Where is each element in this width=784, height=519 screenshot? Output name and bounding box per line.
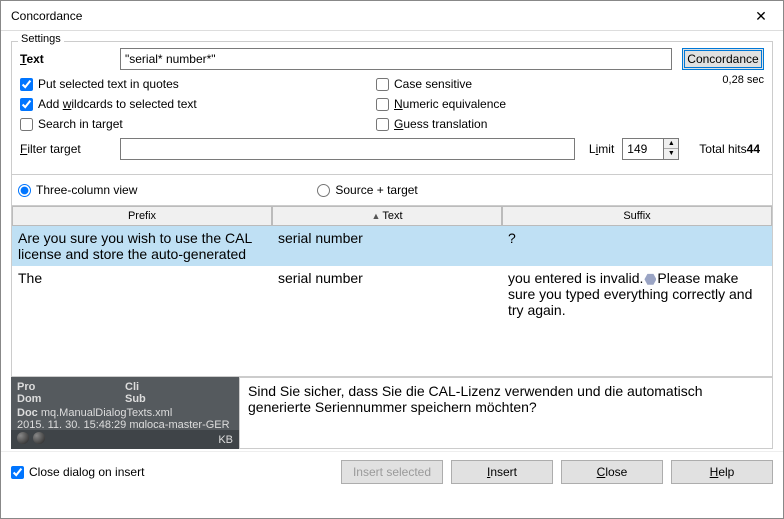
meta-timestamp: 2015. 11. 30. 15:48:29 mqloca-master-GER [17, 419, 233, 428]
cell-prefix: The [12, 266, 272, 322]
titlebar: Concordance ✕ [1, 1, 783, 31]
close-button[interactable]: Close [561, 460, 663, 484]
metadata-panel: Pro Cli Dom Sub Doc mq.ManualDialogTexts… [11, 377, 239, 449]
meta-dom: Dom [17, 393, 41, 405]
query-input[interactable] [120, 48, 672, 70]
col-prefix[interactable]: Prefix [12, 206, 272, 226]
total-hits-label: Total hits [699, 142, 746, 156]
three-column-label: Three-column view [36, 183, 137, 197]
close-on-insert-label: Close dialog on insert [29, 465, 144, 479]
wildcards-checkbox[interactable] [20, 98, 33, 111]
concordance-button[interactable]: Concordance [682, 48, 764, 70]
table-row[interactable]: Are you sure you wish to use the CAL lic… [12, 226, 772, 266]
col-text[interactable]: ▲Text [272, 206, 502, 226]
settings-group: Settings Text Concordance Put selected t… [11, 41, 773, 175]
cell-suffix: you entered is invalid.Please make sure … [502, 266, 772, 322]
limit-input[interactable] [622, 138, 664, 160]
cell-text: serial number [272, 226, 502, 266]
elapsed-time: 0,28 sec [682, 74, 764, 86]
col-suffix[interactable]: Suffix [502, 206, 772, 226]
cell-prefix: Are you sure you wish to use the CAL lic… [12, 226, 272, 266]
filter-input[interactable] [120, 138, 575, 160]
three-column-radio[interactable] [18, 184, 31, 197]
limit-down-icon[interactable]: ▼ [664, 149, 678, 159]
search-target-label: Search in target [38, 117, 123, 131]
search-target-checkbox[interactable] [20, 118, 33, 131]
case-label: Case sensitive [394, 77, 472, 91]
total-hits-value: 44 [747, 142, 760, 156]
close-on-insert-checkbox[interactable] [11, 466, 24, 479]
settings-label: Settings [18, 33, 64, 45]
filter-label: Filter target [20, 142, 120, 156]
meta-pro: Pro [17, 381, 35, 393]
insert-selected-button: Insert selected [341, 460, 443, 484]
meta-doc-label: Doc [17, 407, 38, 419]
text-label: Text [20, 52, 120, 66]
close-icon[interactable]: ✕ [739, 1, 783, 31]
insert-button[interactable]: Insert [451, 460, 553, 484]
help-button[interactable]: Help [671, 460, 773, 484]
window-title: Concordance [11, 9, 82, 23]
limit-label: Limit [589, 142, 614, 156]
translation-text: Sind Sie sicher, dass Sie die CAL-Lizenz… [248, 383, 702, 415]
numeric-checkbox[interactable] [376, 98, 389, 111]
meta-cli: Cli [125, 381, 139, 393]
quotes-label: Put selected text in quotes [38, 77, 179, 91]
guess-label: Guess translation [394, 117, 487, 131]
meta-kb: KB [218, 434, 233, 446]
source-target-label: Source + target [335, 183, 417, 197]
status-icon [17, 432, 29, 444]
source-target-radio[interactable] [317, 184, 330, 197]
translation-panel: Sind Sie sicher, dass Sie die CAL-Lizenz… [239, 377, 773, 449]
quotes-checkbox[interactable] [20, 78, 33, 91]
meta-sub: Sub [125, 393, 146, 405]
case-checkbox[interactable] [376, 78, 389, 91]
tag-icon [644, 273, 656, 285]
meta-doc-name: mq.ManualDialogTexts.xml [41, 407, 172, 419]
table-row[interactable]: The serial number you entered is invalid… [12, 266, 772, 322]
guess-checkbox[interactable] [376, 118, 389, 131]
sort-asc-icon: ▲ [371, 211, 380, 221]
cell-suffix: ? [502, 226, 772, 266]
cell-text: serial number [272, 266, 502, 322]
results-table: Prefix ▲Text Suffix Are you sure you wis… [11, 206, 773, 377]
numeric-label: Numeric equivalence [394, 97, 506, 111]
status-icon [33, 432, 45, 444]
limit-up-icon[interactable]: ▲ [664, 139, 678, 149]
wildcards-label: Add wildcards to selected text [38, 97, 197, 111]
